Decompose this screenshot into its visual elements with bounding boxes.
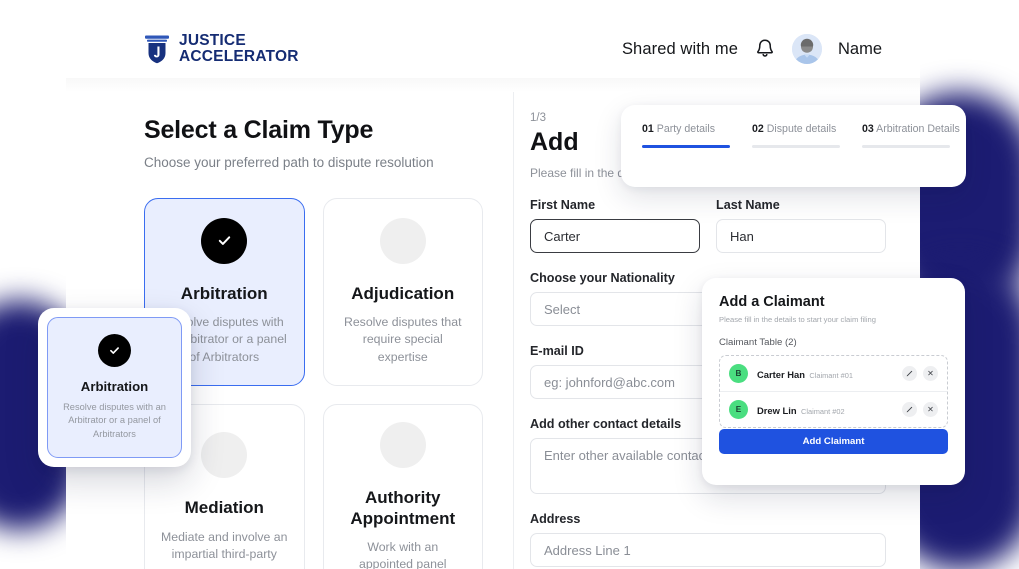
- brand-logo-line1: JUSTICE: [179, 33, 299, 49]
- avatar-illustration-icon: [792, 34, 822, 64]
- screenshot-stage: JUSTICE ACCELERATOR Shared with me: [0, 0, 1019, 569]
- app-header: JUSTICE ACCELERATOR Shared with me: [66, 6, 920, 92]
- placeholder-circle-icon: [380, 422, 426, 468]
- claim-type-card-adjudication[interactable]: Adjudication Resolve disputes that requi…: [323, 198, 484, 386]
- close-icon[interactable]: ✕: [923, 402, 938, 417]
- stepper-number: 03: [862, 123, 874, 135]
- claim-type-desc: Work with an appointed panel: [340, 539, 467, 569]
- name-row: First Name Carter Last Name Han: [530, 198, 886, 253]
- shield-pillar-logo-icon: [144, 34, 170, 64]
- claim-type-name: Authority Appointment: [340, 488, 467, 529]
- header-actions: Shared with me Name: [622, 34, 882, 64]
- pencil-icon[interactable]: [902, 402, 917, 417]
- claimant-number: Claimant #02: [801, 407, 845, 416]
- notification-bell-icon[interactable]: [754, 37, 776, 61]
- first-name-input[interactable]: Carter: [530, 219, 700, 253]
- table-row[interactable]: E Drew Lin Claimant #02 ✕: [720, 391, 947, 427]
- claimant-avatar: E: [729, 400, 748, 419]
- stepper-step-arbitration-details[interactable]: 03 Arbitration Details: [862, 123, 950, 148]
- claim-type-name: Mediation: [185, 498, 264, 518]
- claim-type-desc: Resolve disputes that require special ex…: [340, 314, 467, 366]
- stepper-step-party-details[interactable]: 01 Party details: [642, 123, 730, 148]
- placeholder-circle-icon: [380, 218, 426, 264]
- add-claimant-subtitle: Please fill in the details to start your…: [719, 315, 948, 324]
- claimant-table: B Carter Han Claimant #01 ✕ E: [719, 355, 948, 428]
- user-avatar[interactable]: [792, 34, 822, 64]
- address-line1-input[interactable]: Address Line 1: [530, 533, 886, 567]
- stepper-label: 03 Arbitration Details: [862, 123, 950, 135]
- floating-card-desc: Resolve disputes with an Arbitrator or a…: [54, 401, 175, 441]
- stepper-text: Arbitration Details: [876, 123, 960, 135]
- floating-arbitration-card[interactable]: Arbitration Resolve disputes with an Arb…: [38, 308, 191, 467]
- last-name-input[interactable]: Han: [716, 219, 886, 253]
- stepper-bar: [862, 145, 950, 148]
- address-label: Address: [530, 512, 886, 526]
- stepper-bar: [752, 145, 840, 148]
- stepper-label: 02 Dispute details: [752, 123, 840, 135]
- address-group: Address Address Line 1: [530, 512, 886, 567]
- check-circle-icon: [201, 218, 247, 264]
- stepper-label: 01 Party details: [642, 123, 730, 135]
- claimant-info: Drew Lin Claimant #02: [757, 401, 893, 419]
- claimant-name: Drew Lin: [757, 405, 797, 416]
- page-subtitle: Choose your preferred path to dispute re…: [144, 155, 483, 170]
- brand-logo-text: JUSTICE ACCELERATOR: [179, 33, 299, 65]
- stepper-number: 02: [752, 123, 764, 135]
- stepper-text: Party details: [657, 123, 715, 135]
- stepper-bar: [642, 145, 730, 148]
- floating-arbitration-inner: Arbitration Resolve disputes with an Arb…: [47, 317, 182, 458]
- add-claimant-button[interactable]: Add Claimant: [719, 429, 948, 454]
- check-mark-icon: [216, 232, 233, 249]
- brand-logo-line2: ACCELERATOR: [179, 49, 299, 65]
- check-mark-icon: [108, 344, 121, 357]
- table-row[interactable]: B Carter Han Claimant #01 ✕: [720, 356, 947, 391]
- claim-type-grid: Arbitration Resolve disputes with an Arb…: [144, 198, 483, 569]
- pencil-icon[interactable]: [902, 366, 917, 381]
- floating-card-title: Arbitration: [81, 379, 148, 394]
- user-name-label[interactable]: Name: [838, 40, 882, 59]
- add-claimant-card: Add a Claimant Please fill in the detail…: [702, 278, 965, 485]
- progress-stepper-card: 01 Party details 02 Dispute details 03 A…: [621, 105, 966, 187]
- claimant-row-actions: ✕: [902, 402, 938, 417]
- page-title: Select a Claim Type: [144, 116, 483, 145]
- claim-type-desc: Mediate and involve an impartial third-p…: [161, 529, 288, 564]
- placeholder-circle-icon: [201, 432, 247, 478]
- add-claimant-title: Add a Claimant: [719, 294, 948, 310]
- claimant-row-actions: ✕: [902, 366, 938, 381]
- claimant-avatar: B: [729, 364, 748, 383]
- first-name-label: First Name: [530, 198, 700, 212]
- stepper-text: Dispute details: [767, 123, 837, 135]
- brand-logo[interactable]: JUSTICE ACCELERATOR: [144, 33, 299, 65]
- claimant-info: Carter Han Claimant #01: [757, 365, 893, 383]
- claim-type-card-authority-appointment[interactable]: Authority Appointment Work with an appoi…: [323, 404, 484, 569]
- pencil-glyph-icon: [906, 370, 913, 377]
- close-icon[interactable]: ✕: [923, 366, 938, 381]
- address-row: Address Address Line 1: [530, 512, 886, 567]
- last-name-group: Last Name Han: [716, 198, 886, 253]
- claimant-number: Claimant #01: [809, 371, 853, 380]
- last-name-label: Last Name: [716, 198, 886, 212]
- claimant-table-label: Claimant Table (2): [719, 337, 948, 348]
- claim-type-name: Arbitration: [181, 284, 268, 304]
- stepper-step-dispute-details[interactable]: 02 Dispute details: [752, 123, 840, 148]
- shared-with-me-link[interactable]: Shared with me: [622, 40, 738, 59]
- first-name-group: First Name Carter: [530, 198, 700, 253]
- claim-type-name: Adjudication: [351, 284, 454, 304]
- pencil-glyph-icon: [906, 406, 913, 413]
- claimant-name: Carter Han: [757, 369, 805, 380]
- stepper-number: 01: [642, 123, 654, 135]
- check-circle-icon: [98, 334, 131, 367]
